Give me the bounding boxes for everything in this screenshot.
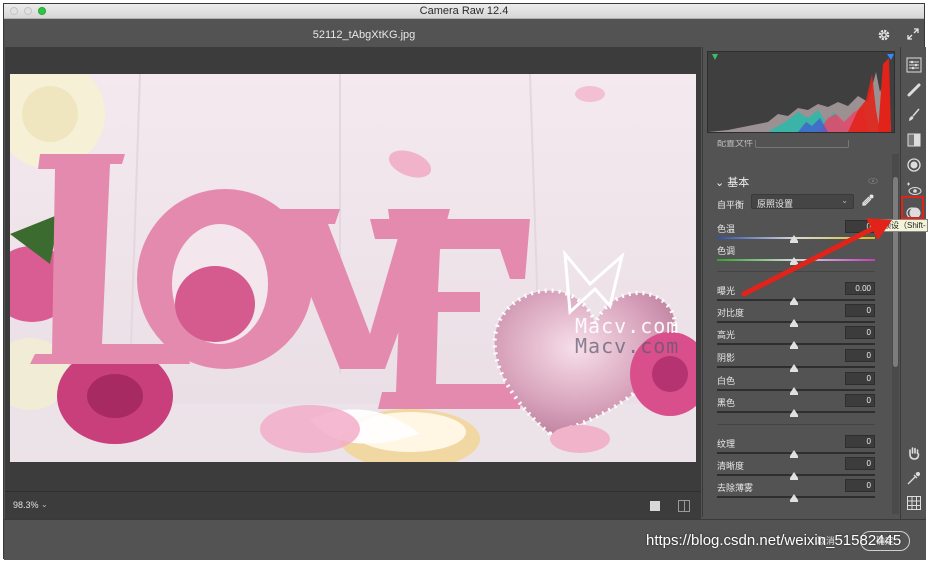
- slider-label: 对比度: [717, 308, 745, 318]
- slider-value-input[interactable]: 0: [845, 435, 875, 448]
- slider-thumb[interactable]: [790, 364, 798, 372]
- zoom-level[interactable]: 98.3%: [13, 500, 39, 510]
- white-balance-select[interactable]: 原照设置 ⌄: [751, 194, 854, 209]
- before-after-icon[interactable]: [678, 500, 690, 512]
- slider-thumb[interactable]: [790, 494, 798, 502]
- slider-label: 高光: [717, 330, 736, 340]
- chevron-down-icon: ⌄: [841, 196, 848, 205]
- slider-label: 色温: [717, 224, 736, 234]
- tool-strip: [900, 47, 926, 519]
- love-photo-graphic: [10, 74, 696, 462]
- blacks-slider[interactable]: 黑色 0: [717, 394, 875, 422]
- shadow-clip-icon[interactable]: [712, 54, 718, 60]
- slider-label: 白色: [717, 376, 736, 386]
- hand-icon[interactable]: [906, 445, 922, 461]
- white-balance-value: 原照设置: [757, 199, 794, 209]
- eyedropper-icon[interactable]: [861, 193, 875, 207]
- brush-icon[interactable]: [906, 107, 922, 123]
- file-name: 52112_tAbgXtKG.jpg: [312, 29, 416, 41]
- slider-value-input[interactable]: 0: [845, 372, 875, 385]
- profile-row: 配置文件: [703, 140, 900, 152]
- radial-icon[interactable]: [906, 157, 922, 173]
- histogram: [707, 51, 895, 133]
- canvas-status-bar: 98.3% ⌄: [5, 491, 701, 519]
- slider-label: 清晰度: [717, 461, 745, 471]
- slider-label: 黑色: [717, 398, 736, 408]
- edit-sliders-icon[interactable]: [906, 57, 922, 73]
- gear-icon[interactable]: [877, 28, 891, 42]
- gradient-icon[interactable]: [906, 132, 922, 148]
- title-bar: Camera Raw 12.4: [4, 4, 924, 19]
- slider-value-input[interactable]: 0: [845, 304, 875, 317]
- slider-value-input[interactable]: 0: [845, 349, 875, 362]
- divider: [717, 424, 875, 425]
- slider-thumb[interactable]: [790, 409, 798, 417]
- slider-label: 阴影: [717, 353, 736, 363]
- presets-highlight-box: [901, 196, 924, 219]
- section-title: 基本: [727, 177, 750, 189]
- overlay-url-text: https://blog.csdn.net/weixin_51582445: [646, 532, 902, 549]
- header-bar: 52112_tAbgXtKG.jpg: [4, 20, 924, 50]
- grid-icon[interactable]: [906, 495, 922, 511]
- slider-value-input[interactable]: 0: [845, 479, 875, 492]
- slider-value-input[interactable]: 0: [845, 326, 875, 339]
- expand-icon[interactable]: [907, 28, 919, 40]
- slider-thumb[interactable]: [790, 341, 798, 349]
- slider-label: 去除薄雾: [717, 483, 754, 493]
- window-title: Camera Raw 12.4: [419, 5, 509, 17]
- annotation-arrow-icon: [741, 218, 892, 297]
- eye-icon[interactable]: [868, 178, 878, 184]
- slider-thumb[interactable]: [790, 387, 798, 395]
- slider-label: 色调: [717, 246, 736, 256]
- preview-photo: Macv.com Macv.com: [10, 74, 696, 462]
- single-view-icon[interactable]: [650, 501, 660, 511]
- redeye-icon[interactable]: [906, 181, 922, 197]
- slider-label: 纹理: [717, 439, 736, 449]
- slider-thumb[interactable]: [790, 319, 798, 327]
- healing-icon[interactable]: [906, 82, 922, 98]
- chevron-down-icon[interactable]: ⌄: [41, 500, 48, 509]
- profile-select[interactable]: [755, 140, 849, 148]
- slider-value-input[interactable]: 0: [845, 394, 875, 407]
- dehaze-slider[interactable]: 去除薄雾 0: [717, 479, 875, 507]
- slider-label: 曝光: [717, 286, 736, 296]
- basic-section-header[interactable]: ⌄ 基本: [715, 174, 749, 190]
- image-canvas[interactable]: Macv.com Macv.com: [5, 47, 701, 491]
- chevron-down-icon: ⌄: [715, 177, 728, 189]
- panel-scrollbar[interactable]: [892, 154, 899, 514]
- color-sampler-icon[interactable]: [906, 470, 922, 486]
- slider-thumb[interactable]: [790, 450, 798, 458]
- watermark-text-shadow: Macv.com: [575, 334, 680, 358]
- profile-label: 配置文件: [717, 140, 754, 148]
- slider-value-input[interactable]: 0: [845, 457, 875, 470]
- slider-thumb[interactable]: [790, 472, 798, 480]
